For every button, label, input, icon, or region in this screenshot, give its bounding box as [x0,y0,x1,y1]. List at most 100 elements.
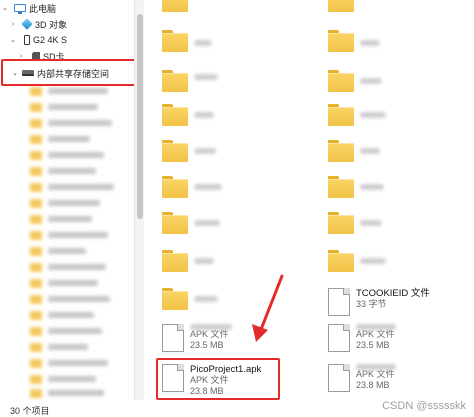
chevron-right-icon[interactable]: › [8,21,18,28]
file-size: 33 字节 [356,299,387,309]
nav-item-blurred[interactable] [30,86,108,96]
nav-item-blurred[interactable] [30,182,114,192]
nav-item-device[interactable]: ⌄ G2 4K S [0,32,134,48]
nav-item-blurred[interactable] [30,388,104,398]
nav-item-blurred[interactable] [30,214,92,224]
folder-icon[interactable] [328,104,354,126]
folder-icon[interactable] [162,140,188,162]
file-size: 23.5 MB [190,340,224,350]
file-name-blurred [356,364,396,370]
nav-item-blurred[interactable] [30,102,98,112]
status-bar: 30 个项目 CSDN @ssssskk [0,400,474,417]
chevron-down-icon[interactable]: ⌄ [0,4,10,12]
folder-icon[interactable] [328,176,354,198]
nav-item-blurred[interactable] [30,134,90,144]
nav-item-blurred[interactable] [30,310,94,320]
3d-objects-icon [21,18,33,30]
folder-icon [30,388,42,398]
folder-icon [30,134,42,144]
folder-icon [30,294,42,304]
folder-icon [30,86,42,96]
nav-item-blurred[interactable] [30,246,86,256]
file-name-blurred [360,258,386,264]
nav-item-blurred[interactable] [30,198,100,208]
folder-icon [30,326,42,336]
folder-icon[interactable] [162,288,188,310]
nav-item-label: 3D 对象 [35,19,68,30]
folder-icon [30,118,42,128]
folder-icon[interactable] [162,212,188,234]
file-name-blurred [360,78,382,84]
file-type: APK 文件 [190,329,229,339]
file-name-blurred [360,184,384,190]
nav-item-blurred[interactable] [30,342,88,352]
selected-file-highlight-box [156,358,280,400]
folder-icon[interactable] [328,212,354,234]
folder-icon[interactable] [328,0,354,12]
folder-icon[interactable] [162,70,188,92]
folder-icon [30,278,42,288]
folder-icon [30,182,42,192]
file-size: 23.8 MB [356,380,390,390]
file-icon [328,324,350,352]
nav-item-label: 此电脑 [29,3,57,14]
folder-icon[interactable] [162,250,188,272]
folder-icon [30,246,42,256]
annotation-arrow-icon [252,274,284,342]
file-name-blurred [360,148,380,154]
folder-icon [30,374,42,384]
folder-icon[interactable] [162,104,188,126]
nav-item-blurred[interactable] [30,150,104,160]
nav-item-this-pc[interactable]: ⌄ 此电脑 [0,0,134,16]
folder-icon [30,230,42,240]
chevron-down-icon[interactable]: ⌄ [8,36,18,44]
folder-icon[interactable] [328,250,354,272]
nav-item-blurred[interactable] [30,326,102,336]
file-name: TCOOKIEID 文件 [356,288,430,299]
folder-icon[interactable] [328,140,354,162]
folder-icon [30,262,42,272]
folder-icon [30,358,42,368]
file-name-blurred [194,74,218,80]
folder-icon [30,310,42,320]
nav-scrollbar-thumb[interactable] [137,14,143,219]
file-name-blurred [194,112,214,118]
nav-item-blurred[interactable] [30,118,112,128]
file-icon [328,288,350,316]
file-type: APK 文件 [356,329,395,339]
folder-icon [30,102,42,112]
file-name-blurred [194,40,212,46]
file-size: 23.5 MB [356,340,390,350]
file-name-blurred [194,184,222,190]
folder-icon[interactable] [162,30,188,52]
nav-item-blurred[interactable] [30,166,96,176]
nav-item-label: G2 4K S [33,35,68,45]
file-icon [162,324,184,352]
nav-item-blurred[interactable] [30,262,106,272]
file-name-blurred [194,220,220,226]
nav-item-blurred[interactable] [30,230,108,240]
folder-icon [30,214,42,224]
file-item-tcookieid[interactable]: TCOOKIEID 文件 33 字节 [328,288,430,316]
folder-icon[interactable] [162,0,188,12]
file-name-blurred [356,324,396,330]
nav-item-blurred[interactable] [30,358,108,368]
phone-icon [24,35,30,45]
nav-item-blurred[interactable] [30,374,96,384]
nav-item-blurred[interactable] [30,294,110,304]
file-name-blurred [190,324,232,330]
folder-icon[interactable] [162,176,188,198]
folder-icon[interactable] [328,30,354,52]
nav-scrollbar[interactable] [134,0,144,400]
file-name-blurred [360,112,386,118]
file-name-blurred [194,258,214,264]
file-name-blurred [194,296,218,302]
computer-icon [14,4,26,14]
nav-item-blurred[interactable] [30,278,98,288]
nav-item-3d-objects[interactable]: › 3D 对象 [0,16,134,32]
file-icon [328,364,350,392]
file-list-pane: TCOOKIEID 文件 33 字节 APK 文件 23.5 MB APK 文件… [146,0,474,400]
watermark: CSDN @ssssskk [382,400,466,412]
folder-icon [30,198,42,208]
folder-icon[interactable] [328,70,354,92]
